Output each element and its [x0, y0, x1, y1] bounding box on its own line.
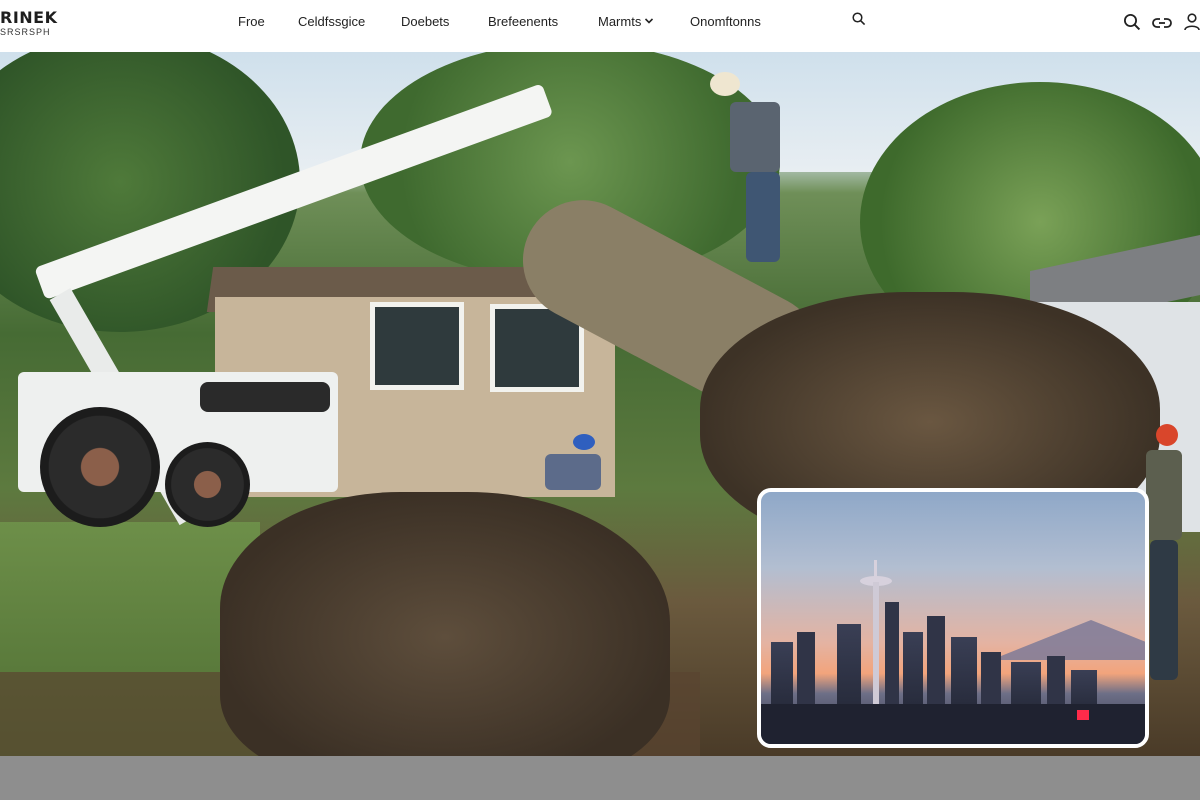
main-nav: Froe Celdfssgice Doebets Brefeenents Mar…	[230, 0, 810, 42]
skyline-building	[927, 616, 945, 712]
skyline-building	[885, 602, 899, 712]
worker-legs	[1150, 540, 1178, 680]
bottom-bar	[0, 756, 1200, 800]
worker-on-trunk	[710, 72, 810, 272]
nav-item-3[interactable]: Doebets	[401, 14, 488, 29]
house-window	[370, 302, 464, 390]
user-icon[interactable]	[1184, 13, 1200, 31]
city-foreground	[761, 704, 1145, 744]
crane-seat	[200, 382, 330, 412]
site-header: RINEK SRSRSPH Froe Celdfssgice Doebets B…	[0, 0, 1200, 52]
nav-item-4-label: Brefeenents	[488, 13, 559, 29]
hard-hat	[710, 72, 740, 96]
nav-item-5-dropdown[interactable]: Marmts	[598, 14, 690, 29]
skyline-building	[797, 632, 815, 712]
inset-skyline-image	[757, 488, 1149, 748]
hard-hat	[1156, 424, 1178, 446]
truck-wheel	[165, 442, 250, 527]
nav-item-1-label: Froe	[238, 13, 265, 29]
mountain-silhouette	[991, 620, 1145, 660]
link-icon[interactable]	[1152, 13, 1172, 31]
logo-tagline: SRSRSPH	[0, 27, 51, 37]
nav-item-2-label: Celdfssgice	[298, 13, 366, 29]
skyline-building	[771, 642, 793, 712]
site-logo[interactable]: RINEK SRSRSPH	[0, 8, 70, 44]
worker-torso	[1146, 450, 1182, 540]
nav-item-6[interactable]: Onomftonns	[690, 14, 810, 29]
skyline-building	[837, 624, 861, 712]
skyline-building	[981, 652, 1001, 712]
hard-hat	[573, 434, 595, 450]
logo-wordmark: RINEK	[0, 8, 58, 27]
search-icon[interactable]	[852, 12, 870, 30]
space-needle-stem	[873, 582, 879, 717]
nav-item-1[interactable]: Froe	[238, 14, 298, 29]
worker-ground	[545, 434, 605, 494]
worker-legs	[746, 172, 780, 262]
skyline-building	[903, 632, 923, 712]
nav-item-3-label: Doebets	[401, 13, 450, 29]
search-icon[interactable]	[1123, 13, 1141, 31]
stump-roots	[220, 492, 670, 756]
nav-item-6-label: Onomftonns	[690, 13, 761, 29]
skyline-building	[951, 637, 977, 712]
nav-item-2[interactable]: Celdfssgice	[298, 14, 401, 29]
worker-torso	[545, 454, 601, 490]
truck-wheel	[40, 407, 160, 527]
nav-item-4[interactable]: Brefeenents	[488, 14, 598, 29]
nav-item-5-label: Marmts	[598, 13, 642, 29]
red-sign	[1077, 710, 1089, 720]
chevron-down-icon	[645, 16, 654, 26]
worker-torso	[730, 102, 780, 172]
